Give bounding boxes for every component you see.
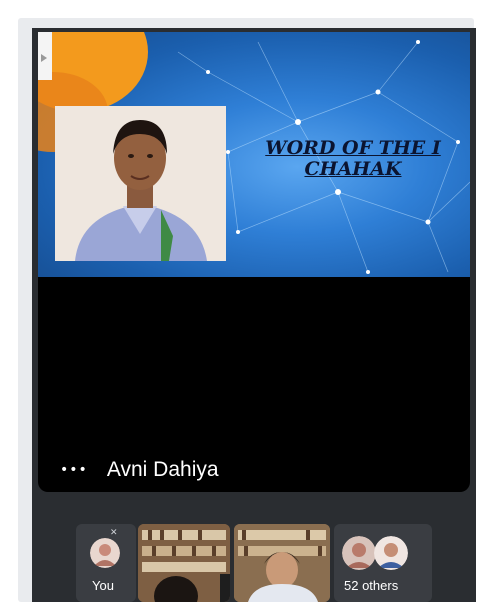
others-avatar — [374, 536, 408, 570]
student-photo — [55, 106, 226, 261]
participant-tile[interactable] — [234, 524, 330, 602]
more-options-icon[interactable]: ••• — [60, 462, 88, 478]
meeting-screen: WORD OF THE I CHAHAK ••• Avni Dahiya ✕ Y… — [32, 28, 476, 602]
slide-title: WORD OF THE I CHAHAK — [228, 138, 470, 180]
participant-video — [138, 524, 230, 602]
presenter-nameplate: ••• Avni Dahiya — [60, 458, 219, 482]
others-avatar — [342, 536, 376, 570]
participant-strip: ✕ You 52 others — [76, 524, 432, 602]
student-portrait-image — [55, 106, 226, 261]
play-icon — [41, 54, 47, 62]
others-count-label: 52 others — [344, 578, 399, 593]
presented-slide: WORD OF THE I CHAHAK — [38, 32, 470, 277]
participant-video — [234, 524, 330, 602]
slide-nav-handle[interactable] — [38, 32, 52, 80]
slide-title-line1: WORD OF THE I — [265, 137, 441, 159]
others-tile[interactable]: 52 others — [334, 524, 432, 602]
mic-off-icon: ✕ — [110, 528, 118, 538]
presenter-name: Avni Dahiya — [106, 458, 219, 481]
participant-tile[interactable] — [138, 524, 230, 602]
self-avatar — [90, 538, 120, 568]
slide-title-line2: CHAHAK — [304, 158, 402, 180]
self-label: You — [92, 578, 114, 593]
self-tile[interactable]: ✕ You — [76, 524, 136, 602]
